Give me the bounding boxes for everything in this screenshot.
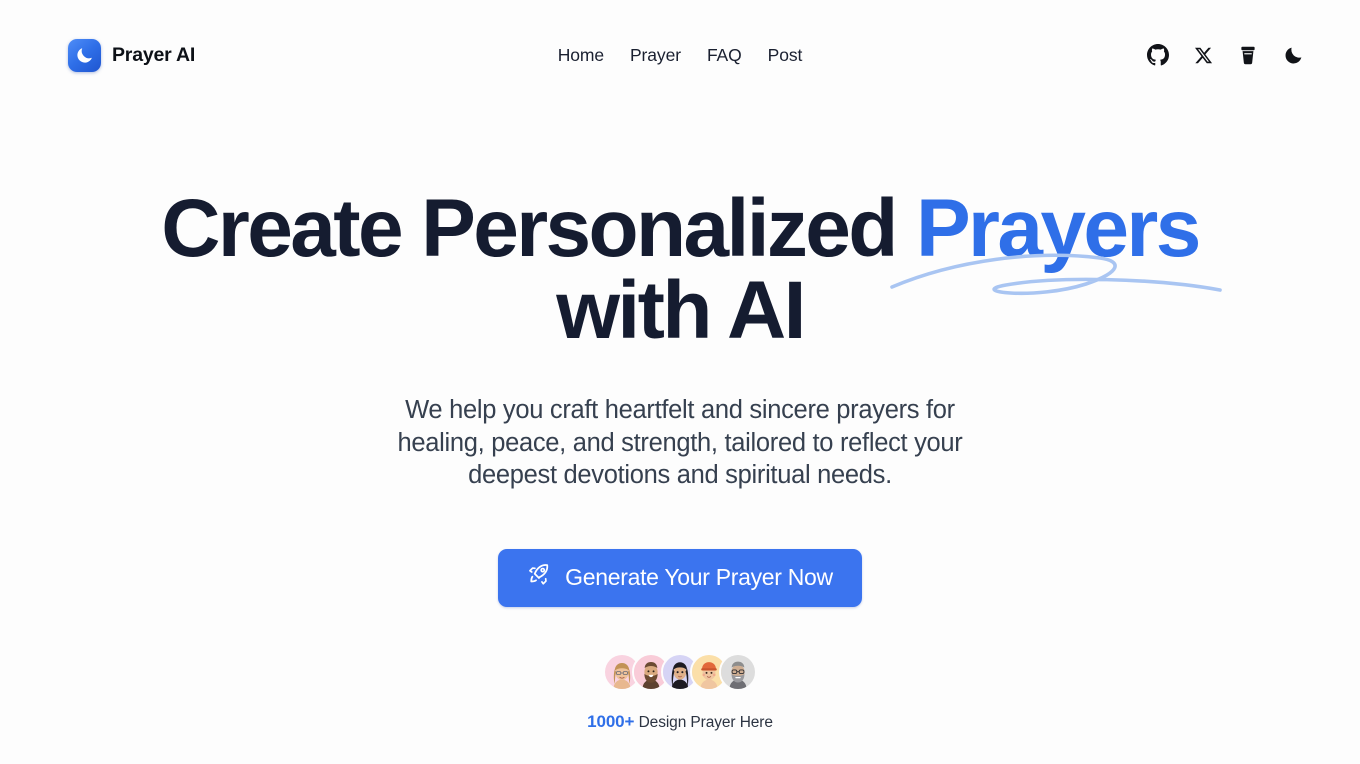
generate-prayer-button[interactable]: Generate Your Prayer Now (498, 548, 862, 607)
nav-link-prayer[interactable]: Prayer (630, 45, 681, 66)
avatar-5 (719, 652, 757, 691)
page-title: Create Personalized Prayers with AI (110, 188, 1250, 352)
nav-link-home[interactable]: Home (558, 45, 604, 66)
generate-prayer-button-label: Generate Your Prayer Now (565, 563, 833, 590)
hero-section: Create Personalized Prayers with AI We h… (0, 110, 1360, 732)
headline-plain-text: Create Personalized (161, 183, 916, 274)
headline-line-2: with AI (556, 265, 806, 356)
header-actions (1145, 42, 1306, 68)
avatar-group (0, 652, 1360, 691)
github-link[interactable] (1145, 42, 1171, 68)
headline-line-1: Create Personalized Prayers (110, 188, 1250, 296)
social-proof-text: Design Prayer Here (638, 713, 773, 731)
nav-link-faq[interactable]: FAQ (707, 45, 742, 66)
brand-logo[interactable]: Prayer AI (68, 38, 196, 72)
x-twitter-link[interactable] (1190, 42, 1216, 68)
coffee-cup-icon (1238, 45, 1258, 66)
cta-container: Generate Your Prayer Now (0, 548, 1360, 607)
buy-me-a-coffee-link[interactable] (1235, 42, 1261, 68)
brand-name: Prayer AI (112, 43, 196, 66)
site-header: Prayer AI Home Prayer FAQ Post (0, 0, 1360, 110)
rocket-icon (527, 562, 552, 593)
social-proof-caption: 1000+ Design Prayer Here (0, 712, 1360, 732)
crescent-moon-icon (68, 38, 101, 72)
dark-mode-toggle[interactable] (1280, 42, 1306, 68)
x-twitter-icon (1194, 46, 1213, 65)
nav-link-post[interactable]: Post (768, 45, 803, 66)
moon-icon (1283, 45, 1304, 66)
hero-subheading: We help you craft heartfelt and sincere … (397, 396, 963, 490)
headline-accent-text: Prayers (915, 183, 1201, 274)
social-proof-count: 1000+ (587, 711, 635, 731)
github-icon (1147, 44, 1169, 66)
headline-accent-word: Prayers (890, 188, 1222, 296)
